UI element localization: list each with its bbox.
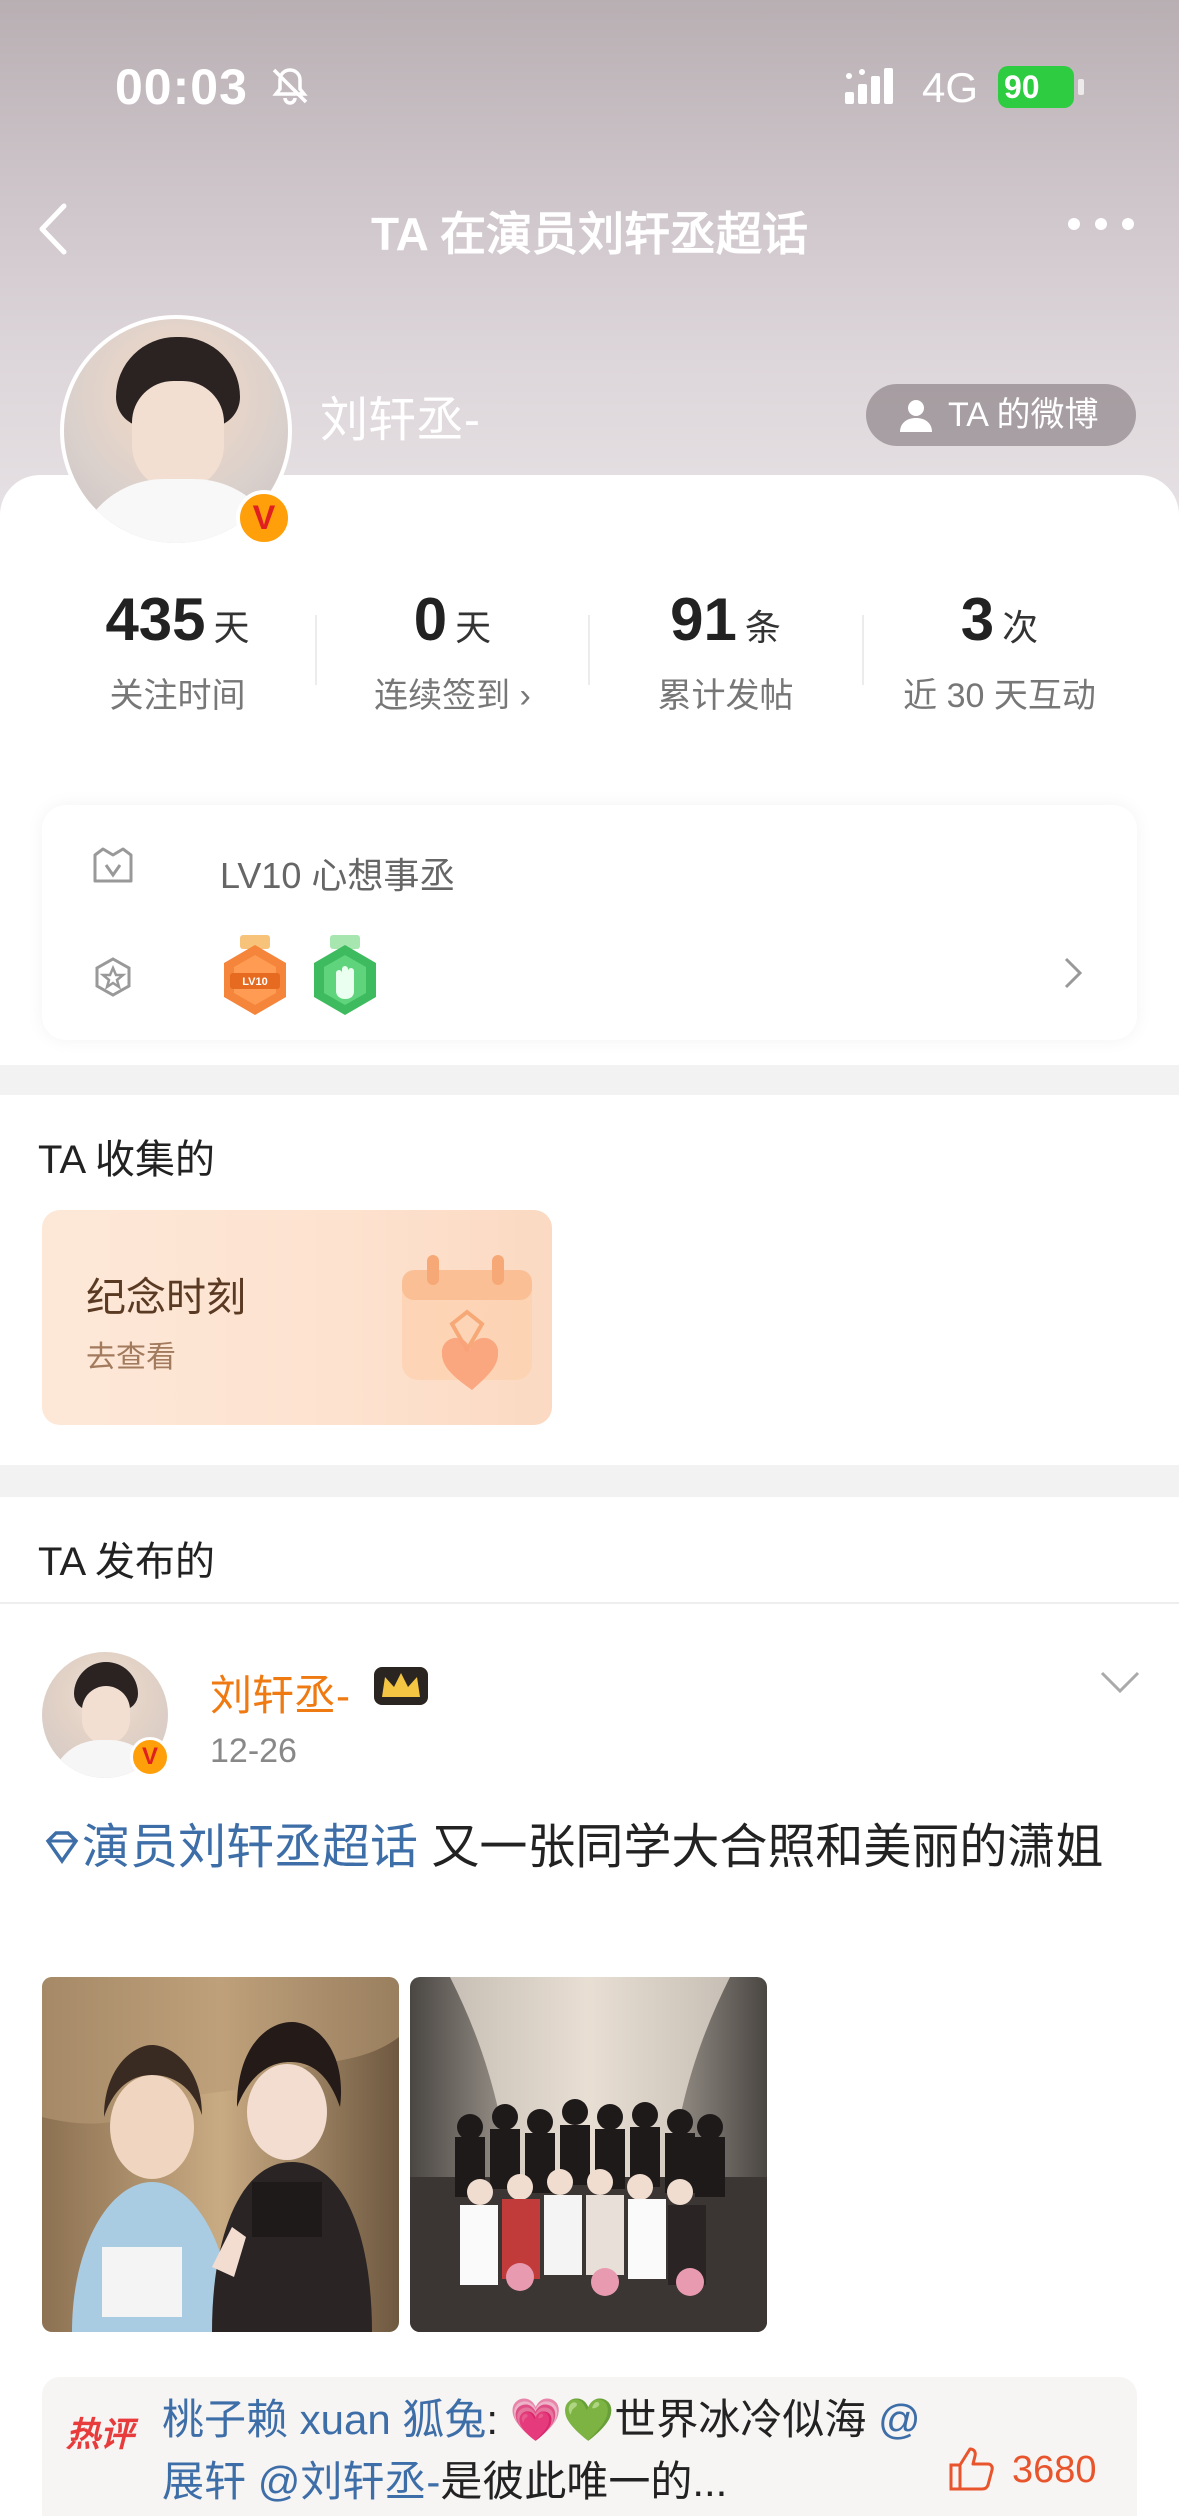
post-author-name[interactable]: 刘轩丞- [210, 1662, 350, 1723]
stat-follow-days: 435 天 关注时间 [105, 586, 250, 715]
level-text: LV10 心想事丞 [220, 855, 456, 896]
crown-icon [374, 1667, 428, 1705]
medal-icon [95, 957, 131, 997]
svg-text:LV10: LV10 [242, 976, 267, 988]
topic-link[interactable]: 演员刘轩丞超话 [82, 1821, 418, 1874]
level-shield-icon [93, 847, 133, 883]
status-time: 00:03 [115, 59, 248, 115]
badge-row: LV10 [90, 935, 1090, 1025]
verified-badge: V [236, 490, 292, 546]
network-type: 4G [922, 64, 979, 111]
stat-interactions: 3次 近 30 天互动 [903, 586, 1096, 715]
view-weibo-label: TA 的微博 [948, 396, 1099, 434]
bell-off-icon [272, 68, 308, 105]
post-image-2[interactable] [410, 1977, 767, 2332]
topic-diamond-icon [45, 1831, 79, 1865]
posted-section: TA 发布的 V 刘轩丞- 12-26 演员刘轩丞超话 又一张同学大合照和美丽的… [0, 1497, 1179, 2516]
collected-title: TA 收集的 [38, 1138, 216, 1182]
hot-comment-tag: 热评 [66, 2416, 134, 2454]
stats-row: 435 天 关注时间 0天 连续签到 › 91 条 累计发帖 3次 近 30 天互动 [40, 585, 1140, 725]
post-body: 又一张同学大合照和美丽的潇姐 [418, 1821, 1104, 1874]
signal-icon [845, 68, 893, 104]
hot-comment-text: 桃子赖 xuan 狐兔: 💗💚世界冰冷似海 @展轩 @刘轩丞-是彼此唯一的... [162, 2396, 921, 2505]
chevron-right-icon[interactable] [1062, 953, 1086, 993]
person-icon [900, 400, 932, 432]
post-card[interactable]: V 刘轩丞- 12-26 演员刘轩丞超话 又一张同学大合照和美丽的潇姐 热评 桃… [0, 1607, 1179, 2516]
memo-card-title: 纪念时刻 [86, 1276, 246, 1320]
hot-comment-emoji: 💗💚 [509, 2396, 615, 2443]
post-image-1[interactable] [42, 1977, 399, 2332]
hand-medal[interactable] [310, 935, 380, 1019]
memorial-moments-card[interactable]: 纪念时刻 去查看 [42, 1210, 552, 1425]
posted-title: TA 发布的 [38, 1540, 216, 1584]
calendar-heart-icon [402, 1255, 532, 1390]
post-date: 12-26 [210, 1732, 297, 1770]
stat-total-posts: 91 条 累计发帖 [657, 586, 794, 715]
thumb-up-icon[interactable] [947, 2443, 997, 2493]
profile-username[interactable]: 刘轩丞- [320, 380, 480, 450]
verified-badge-small: V [130, 1737, 170, 1777]
lv10-medal[interactable]: LV10 [220, 935, 290, 1019]
hot-comment-user[interactable]: 桃子赖 xuan 狐兔 [162, 2396, 486, 2443]
level-panel[interactable]: LV10 心想事丞 LV10 [42, 805, 1137, 1040]
page-title: TA 在演员刘轩丞超话 [371, 208, 808, 260]
post-content: 演员刘轩丞超话 又一张同学大合照和美丽的潇姐 [42, 1812, 1142, 1884]
more-icon[interactable] [1066, 214, 1136, 234]
hot-comment[interactable]: 热评 桃子赖 xuan 狐兔: 💗💚世界冰冷似海 @展轩 @刘轩丞-是彼此唯一的… [42, 2377, 1137, 2516]
memo-card-link[interactable]: 去查看 [86, 1332, 176, 1376]
like-count: 3680 [1012, 2449, 1097, 2491]
top-nav: TA 在演员刘轩丞超话 [0, 180, 1179, 270]
view-weibo-button[interactable]: TA 的微博 [866, 384, 1136, 446]
chevron-down-icon[interactable] [1098, 1669, 1142, 1695]
stat-checkin-streak[interactable]: 0天 连续签到 › [315, 585, 590, 717]
battery-level: 90 [998, 66, 1084, 108]
collected-section: TA 收集的 纪念时刻 去查看 [0, 1095, 1179, 1465]
profile-card: 435 天 关注时间 0天 连续签到 › 91 条 累计发帖 3次 近 30 天互动… [0, 475, 1179, 1065]
status-bar: 00:03 4G 90 [0, 0, 1179, 170]
mention-2[interactable]: @刘轩丞- [258, 2458, 441, 2505]
